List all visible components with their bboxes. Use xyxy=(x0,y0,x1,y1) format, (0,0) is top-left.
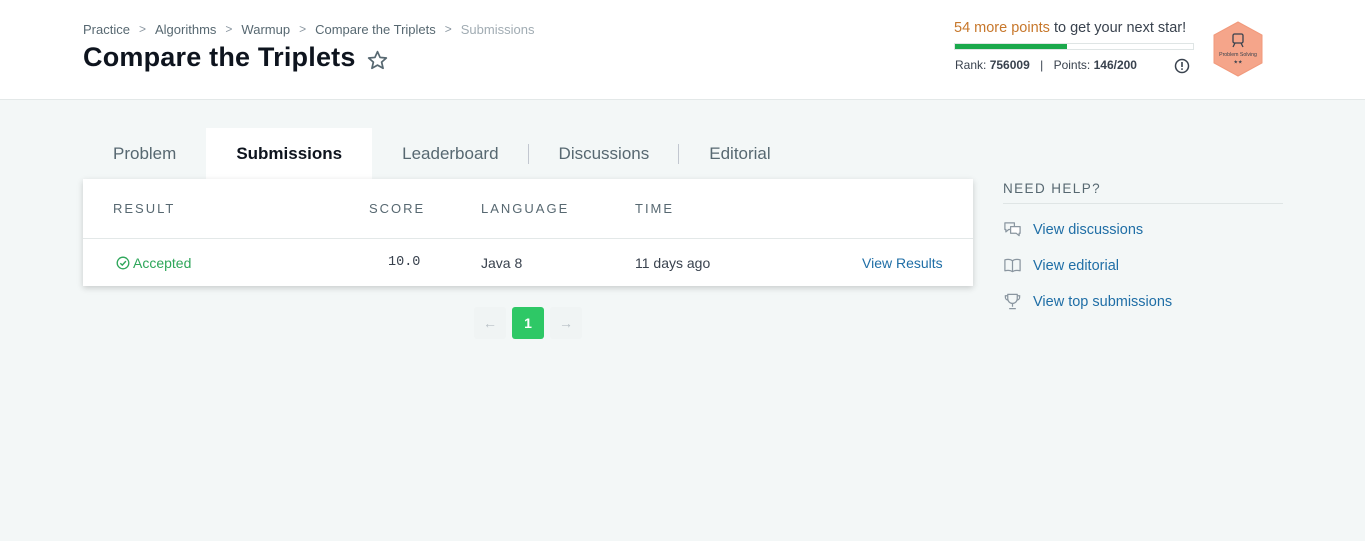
time-value: 11 days ago xyxy=(635,255,711,271)
info-icon[interactable] xyxy=(1174,58,1190,74)
tab-label: Problem xyxy=(113,143,177,163)
tab-editorial[interactable]: Editorial xyxy=(679,128,800,179)
table-row: Accepted 10.0 Java 8 11 days ago View Re… xyxy=(83,239,973,286)
rank-points: Rank: 756009 | Points: 146/200 xyxy=(955,58,1137,72)
next-star-text: to get your next star! xyxy=(1049,20,1187,36)
breadcrumb: Practice > Algorithms > Warmup > Compare… xyxy=(83,20,534,38)
tab-submissions[interactable]: Submissions xyxy=(206,128,373,179)
view-top-submissions-link[interactable]: View top submissions xyxy=(1003,292,1172,311)
breadcrumb-challenge[interactable]: Compare the Triplets xyxy=(315,22,436,37)
discussion-icon xyxy=(1004,222,1021,237)
rank-value: 756009 xyxy=(989,58,1030,72)
breadcrumb-warmup[interactable]: Warmup xyxy=(241,22,290,37)
score-value: 10.0 xyxy=(388,255,421,270)
column-result: RESULT xyxy=(113,201,176,216)
need-help-heading: NEED HELP? xyxy=(1003,181,1102,196)
help-link-label: View editorial xyxy=(1033,257,1119,274)
column-language: LANGUAGE xyxy=(481,201,570,216)
language-value: Java 8 xyxy=(481,255,523,271)
tab-discussions[interactable]: Discussions xyxy=(529,128,680,179)
problem-solving-badge[interactable]: Problem Solving ★★ xyxy=(1212,21,1264,77)
star-icon[interactable] xyxy=(366,49,389,72)
next-star-message: 54 more points to get your next star! xyxy=(954,20,1186,36)
tab-label: Submissions xyxy=(236,143,343,163)
view-discussions-link[interactable]: View discussions xyxy=(1003,220,1143,239)
view-editorial-link[interactable]: View editorial xyxy=(1003,256,1119,275)
page-title: Compare the Triplets xyxy=(83,42,356,72)
help-link-label: View top submissions xyxy=(1033,293,1173,310)
tab-label: Discussions xyxy=(558,143,650,163)
help-link-label: View discussions xyxy=(1033,221,1144,238)
points-value: 146/200 xyxy=(1093,58,1137,72)
next-page-button[interactable]: → xyxy=(550,307,582,339)
chevron-right-icon: > xyxy=(138,22,146,36)
result-status: Accepted xyxy=(116,255,191,271)
page-header: Practice > Algorithms > Warmup > Compare… xyxy=(0,0,1365,100)
tab-problem[interactable]: Problem xyxy=(83,128,206,179)
star-progress-fill xyxy=(955,44,1067,49)
page-1-button[interactable]: 1 xyxy=(512,307,544,339)
table-header: RESULT SCORE LANGUAGE TIME xyxy=(83,179,973,239)
rank-divider: | xyxy=(1040,58,1044,72)
chevron-right-icon: > xyxy=(444,22,452,36)
prev-page-button[interactable]: ← xyxy=(474,307,506,339)
badge-title: Problem Solving xyxy=(1219,52,1257,58)
tab-leaderboard[interactable]: Leaderboard xyxy=(372,128,529,179)
column-time: TIME xyxy=(635,201,675,216)
breadcrumb-practice[interactable]: Practice xyxy=(83,22,130,37)
points-needed: 54 more points xyxy=(954,20,1050,36)
view-results-link[interactable]: View Results xyxy=(862,255,943,271)
points-label: Points: xyxy=(1053,58,1091,72)
tab-label: Editorial xyxy=(709,143,771,163)
check-circle-icon xyxy=(116,256,130,270)
star-progress-bar xyxy=(954,43,1194,50)
book-icon xyxy=(1004,258,1021,273)
submissions-table: RESULT SCORE LANGUAGE TIME Accepted 10.0… xyxy=(83,179,973,286)
chevron-right-icon: > xyxy=(225,22,233,36)
challenge-tabs: Problem Submissions Leaderboard Discussi… xyxy=(83,128,801,179)
trophy-icon xyxy=(1004,293,1021,310)
badge-stars: ★★ xyxy=(1234,60,1243,66)
breadcrumb-current: Submissions xyxy=(460,21,535,37)
tab-label: Leaderboard xyxy=(402,143,499,163)
result-text: Accepted xyxy=(133,255,192,271)
column-score: SCORE xyxy=(369,201,426,216)
breadcrumb-algorithms[interactable]: Algorithms xyxy=(155,22,216,37)
chevron-right-icon: > xyxy=(299,22,307,36)
pagination: ← 1 → xyxy=(474,307,588,339)
rank-label: Rank: xyxy=(955,58,987,72)
need-help-divider xyxy=(1003,203,1283,204)
